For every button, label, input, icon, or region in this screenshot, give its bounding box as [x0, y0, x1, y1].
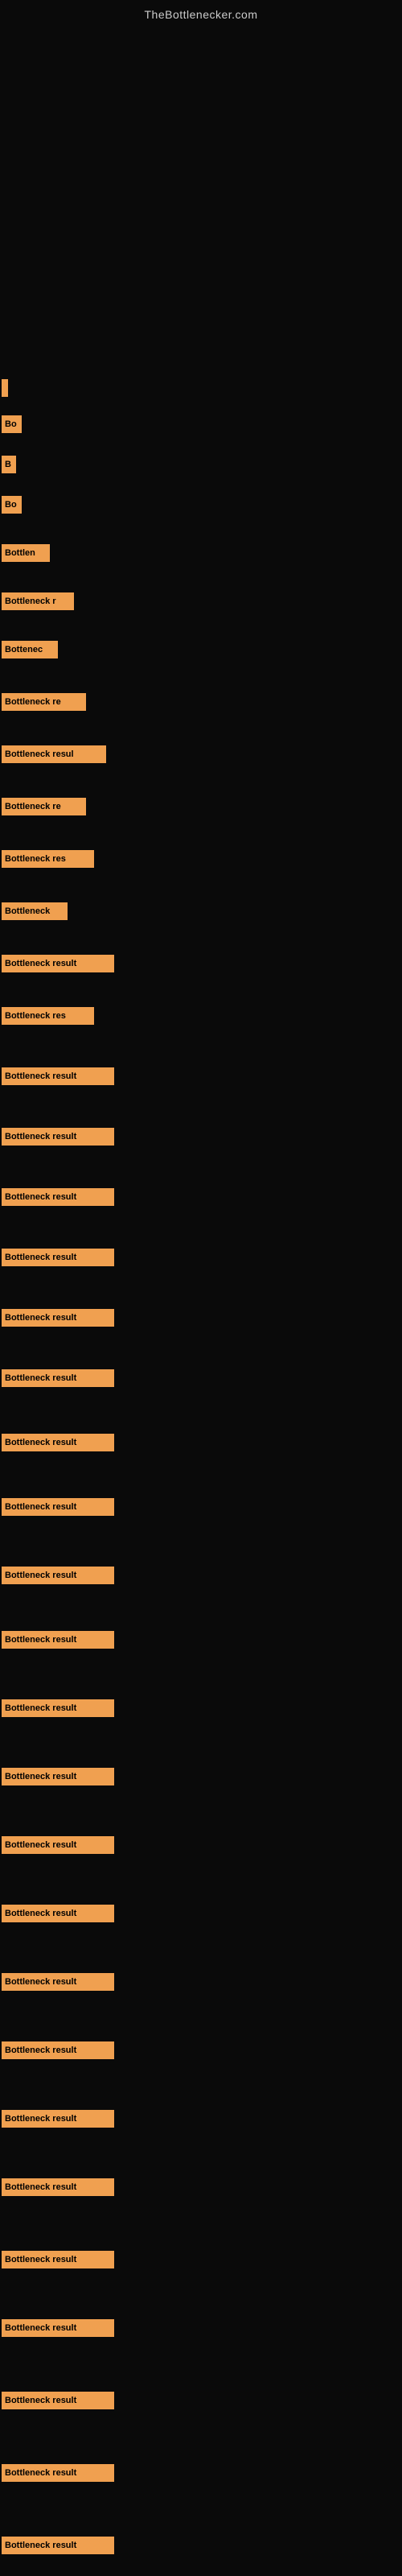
result-bar: Bottleneck result: [2, 1309, 114, 1327]
result-bar: Bottenec: [2, 641, 58, 658]
result-bar: Bottleneck res: [2, 1007, 94, 1025]
result-bar: Bottleneck result: [2, 2319, 114, 2337]
result-bar: Bottleneck result: [2, 1188, 114, 1206]
result-bar: Bottleneck result: [2, 2537, 114, 2554]
result-bar: Bottleneck result: [2, 1973, 114, 1991]
result-bar: Bottleneck result: [2, 2178, 114, 2196]
result-bar: Bottleneck result: [2, 1128, 114, 1146]
result-bar: Bottleneck result: [2, 1699, 114, 1717]
result-bar: Bottleneck result: [2, 955, 114, 972]
result-bar: Bottleneck: [2, 902, 68, 920]
result-bar: Bottleneck result: [2, 1836, 114, 1854]
result-bar: Bottleneck result: [2, 1369, 114, 1387]
result-bar: [2, 379, 8, 397]
result-bar: Bottleneck result: [2, 1567, 114, 1584]
result-bar: Bottleneck result: [2, 1905, 114, 1922]
result-bar: Bottleneck result: [2, 2464, 114, 2482]
main-content: Bo B Bo Bottlen Bottleneck r Bottenec Bottlene…: [0, 27, 402, 2571]
result-bar: Bottleneck resul: [2, 745, 106, 763]
result-bar: Bottleneck result: [2, 1067, 114, 1085]
result-bar: Bottleneck result: [2, 2392, 114, 2409]
result-bar: Bottleneck re: [2, 693, 86, 711]
result-bar: B: [2, 456, 16, 473]
result-bar: Bo: [2, 415, 22, 433]
result-bar: Bottleneck result: [2, 2110, 114, 2128]
result-bar: Bo: [2, 496, 22, 514]
result-bar: Bottleneck res: [2, 850, 94, 868]
result-bar: Bottleneck result: [2, 1498, 114, 1516]
result-bar: Bottleneck r: [2, 592, 74, 610]
result-bar: Bottleneck result: [2, 1434, 114, 1451]
result-bar: Bottleneck result: [2, 1631, 114, 1649]
site-title-container: TheBottlenecker.com: [0, 0, 402, 27]
result-bar: Bottleneck result: [2, 1249, 114, 1266]
result-bar: Bottlen: [2, 544, 50, 562]
result-bar: Bottleneck result: [2, 2251, 114, 2268]
site-title: TheBottlenecker.com: [0, 0, 402, 27]
result-bar: Bottleneck re: [2, 798, 86, 815]
result-bar: Bottleneck result: [2, 2041, 114, 2059]
result-bar: Bottleneck result: [2, 1768, 114, 1785]
